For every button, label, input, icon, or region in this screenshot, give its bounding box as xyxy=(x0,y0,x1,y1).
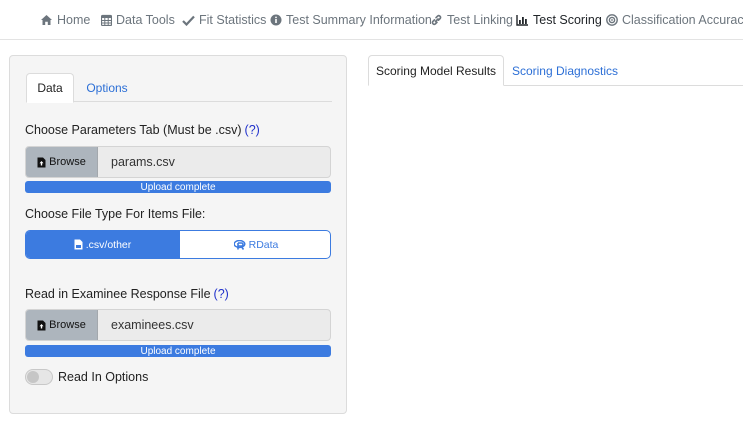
examinee-label: Read in Examinee Response File (?) xyxy=(25,287,229,301)
read-options-toggle-knob xyxy=(27,371,39,383)
nav-test-summary-label: Test Summary Information xyxy=(286,13,432,27)
params-upload-progress: Upload complete xyxy=(25,181,331,193)
nav-fit-statistics-label: Fit Statistics xyxy=(199,13,267,27)
nav-test-scoring-label: Test Scoring xyxy=(533,13,602,27)
read-options-label: Read In Options xyxy=(58,370,149,384)
tab-data[interactable]: Data xyxy=(26,73,74,103)
file-csv-icon xyxy=(74,239,83,250)
examinee-browse-label: Browse xyxy=(49,319,86,331)
top-navbar: Home Data Tools Fit Statistics Test Summ… xyxy=(0,0,743,40)
bar-chart-icon xyxy=(516,15,528,26)
params-browse-label: Browse xyxy=(49,156,86,168)
nav-test-linking-label: Test Linking xyxy=(447,13,514,27)
tab-scoring-diagnostics[interactable]: Scoring Diagnostics xyxy=(504,55,626,86)
examinee-progress-fill: Upload complete xyxy=(25,345,331,357)
examinee-browse-button[interactable]: Browse xyxy=(26,310,98,340)
file-type-label: Choose File Type For Items File: xyxy=(25,207,206,221)
link-icon xyxy=(431,14,442,26)
nav-classification-accuracy-label: Classification Accuracy xyxy=(622,13,743,27)
file-upload-icon xyxy=(37,157,46,167)
file-type-rdata-label: RData xyxy=(248,238,279,251)
calendar-table-icon xyxy=(101,14,112,26)
file-upload-icon xyxy=(37,320,46,330)
read-options-toggle[interactable] xyxy=(25,369,53,385)
checkmark-icon xyxy=(182,15,195,26)
file-type-csv-option[interactable]: .csv/other xyxy=(26,231,179,258)
examinee-help-link[interactable]: (?) xyxy=(214,287,229,301)
params-browse-button[interactable]: Browse xyxy=(26,147,98,177)
tab-scoring-diagnostics-label: Scoring Diagnostics xyxy=(511,63,619,78)
params-file-name: params.csv xyxy=(111,155,175,169)
nav-data-tools-label: Data Tools xyxy=(116,13,175,27)
left-tabset: Data Options xyxy=(26,73,332,103)
sidebar-panel: Data Options Choose Parameters Tab (Must… xyxy=(9,55,347,414)
tab-scoring-model-results-label: Scoring Model Results xyxy=(375,63,497,78)
examinee-file-name: examinees.csv xyxy=(111,318,194,332)
examinee-upload-progress: Upload complete xyxy=(25,345,331,357)
file-type-csv-label: .csv/other xyxy=(85,238,132,251)
examinee-progress-text: Upload complete xyxy=(140,345,216,357)
tab-options[interactable]: Options xyxy=(74,73,140,103)
nav-test-scoring[interactable]: Test Scoring xyxy=(516,11,602,29)
target-icon xyxy=(606,14,618,26)
params-progress-fill: Upload complete xyxy=(25,181,331,193)
file-type-rdata-option[interactable]: RData xyxy=(179,231,330,258)
nav-test-summary[interactable]: Test Summary Information xyxy=(270,11,432,29)
nav-classification-accuracy[interactable]: Classification Accuracy xyxy=(606,11,743,29)
home-icon xyxy=(41,15,52,25)
params-label: Choose Parameters Tab (Must be .csv) (?) xyxy=(25,123,260,137)
nav-home-label: Home xyxy=(57,13,91,27)
examinee-label-text: Read in Examinee Response File xyxy=(25,287,211,301)
params-help-link[interactable]: (?) xyxy=(245,123,260,137)
tab-scoring-model-results[interactable]: Scoring Model Results xyxy=(368,55,504,86)
params-label-text: Choose Parameters Tab (Must be .csv) xyxy=(25,123,242,137)
nav-data-tools[interactable]: Data Tools xyxy=(101,11,175,29)
nav-fit-statistics[interactable]: Fit Statistics xyxy=(182,11,266,29)
info-circle-icon xyxy=(270,14,282,26)
examinee-file-input: Browse examinees.csv xyxy=(25,309,331,341)
r-logo-icon xyxy=(233,239,246,250)
params-progress-text: Upload complete xyxy=(140,181,216,193)
nav-home[interactable]: Home xyxy=(40,11,90,29)
params-file-input: Browse params.csv xyxy=(25,146,331,178)
tab-data-label: Data xyxy=(37,81,63,95)
tab-options-label: Options xyxy=(86,81,128,95)
file-type-radio-group: .csv/other RData xyxy=(25,230,331,259)
results-tabset: Scoring Model Results Scoring Diagnostic… xyxy=(368,55,743,86)
nav-test-linking[interactable]: Test Linking xyxy=(430,11,513,29)
